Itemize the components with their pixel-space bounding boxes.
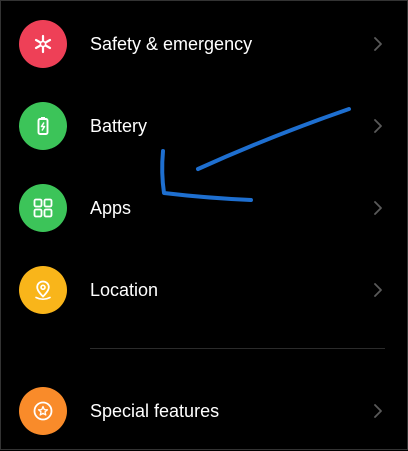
asterisk-icon	[19, 20, 67, 68]
section-divider	[90, 348, 385, 349]
settings-item-battery[interactable]: Battery	[1, 86, 408, 166]
settings-item-location[interactable]: Location	[1, 250, 408, 330]
settings-item-label: Apps	[90, 198, 132, 218]
settings-item-safety-emergency[interactable]: Safety & emergency	[1, 4, 408, 84]
settings-item-special-features[interactable]: Special features	[1, 371, 408, 451]
battery-icon	[19, 102, 67, 150]
location-pin-icon	[19, 266, 67, 314]
chevron-right-icon	[374, 283, 382, 297]
settings-item-apps[interactable]: Apps	[1, 168, 408, 248]
settings-item-label: Safety & emergency	[90, 34, 253, 54]
chevron-right-icon	[374, 37, 382, 51]
chevron-right-icon	[374, 119, 382, 133]
apps-grid-icon	[19, 184, 67, 232]
settings-item-label: Special features	[90, 401, 220, 421]
chevron-right-icon	[374, 201, 382, 215]
settings-item-label: Location	[90, 280, 159, 300]
settings-screen: Safety & emergency Battery Apps Location…	[0, 0, 408, 450]
chevron-right-icon	[374, 404, 382, 418]
settings-item-label: Battery	[90, 116, 148, 136]
star-icon	[19, 387, 67, 435]
